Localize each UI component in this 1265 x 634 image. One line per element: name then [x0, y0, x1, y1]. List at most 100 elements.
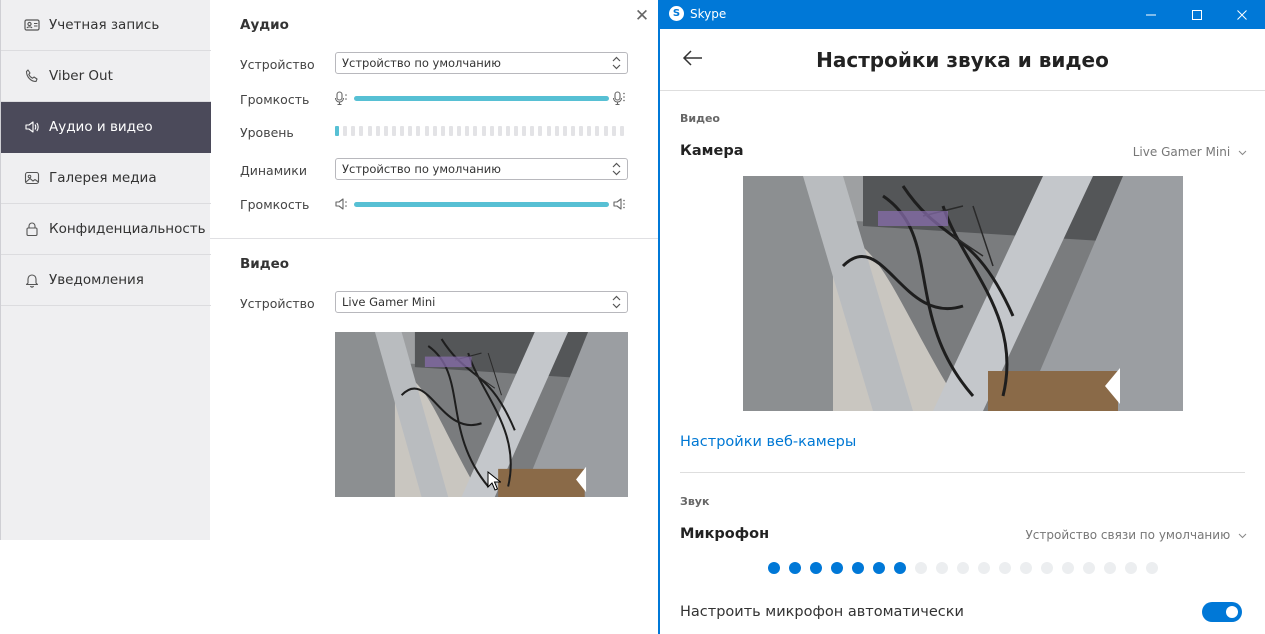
level-tick [335, 126, 339, 136]
level-tick [391, 126, 396, 136]
maximize-button[interactable] [1174, 0, 1220, 29]
level-tick [538, 126, 543, 136]
window-title: Skype [690, 7, 727, 21]
level-tick [400, 126, 405, 136]
auto-mic-label: Настроить микрофон автоматически [680, 604, 964, 620]
camera-preview-image [743, 176, 1183, 411]
skype-window: S Skype Настройки звука и видео Видео Ка… [658, 0, 1265, 634]
level-tick [367, 126, 372, 136]
camera-preview [335, 332, 628, 497]
updown-arrows-icon [612, 295, 621, 309]
speaker-high-icon [613, 198, 625, 210]
level-tick [383, 126, 388, 136]
level-tick [457, 126, 462, 136]
close-icon[interactable]: ✕ [633, 7, 651, 25]
level-tick [530, 126, 535, 136]
speakers-device-select[interactable]: Устройство по умолчанию [335, 158, 628, 180]
level-tick [416, 126, 421, 136]
chevron-down-icon [1238, 533, 1247, 539]
sidebar-item-privacy[interactable]: Конфиденциальность [1, 204, 211, 255]
mic-level-dot [831, 562, 843, 574]
audio-device-select[interactable]: Устройство по умолчанию [335, 52, 628, 74]
audio-device-value: Устройство по умолчанию [342, 56, 501, 70]
camera-preview-image [335, 332, 628, 497]
microphone-dropdown[interactable]: Устройство связи по умолчанию [1025, 528, 1247, 542]
audio-section-title: Аудио [240, 17, 289, 33]
level-tick [562, 126, 567, 136]
video-device-select[interactable]: Live Gamer Mini [335, 291, 628, 313]
level-tick [603, 126, 608, 136]
sidebar-item-media-gallery[interactable]: Галерея медиа [1, 153, 211, 204]
level-tick [424, 126, 429, 136]
speaker-low-icon [335, 198, 347, 210]
level-tick [343, 126, 348, 136]
level-tick [611, 126, 616, 136]
level-tick [481, 126, 486, 136]
mic-volume-slider[interactable] [354, 96, 609, 101]
microphone-label: Микрофон [680, 526, 770, 542]
mic-level-dot [957, 562, 969, 574]
level-tick [514, 126, 519, 136]
mic-level-dot [768, 562, 780, 574]
audio-video-panel: ✕ Аудио Устройство Устройство по умолчан… [210, 0, 658, 634]
level-tick [473, 126, 478, 136]
updown-arrows-icon [612, 56, 621, 70]
mouse-cursor-icon [487, 471, 501, 491]
minimize-button[interactable] [1128, 0, 1174, 29]
speaker-icon [23, 118, 41, 136]
page-title: Настройки звука и видео [816, 48, 1109, 72]
settings-sidebar: Учетная запись Viber Out Аудио и видео Г… [0, 0, 211, 540]
screen: Учетная запись Viber Out Аудио и видео Г… [0, 0, 1265, 634]
sidebar-item-notifications[interactable]: Уведомления [1, 255, 211, 306]
skype-logo-icon: S [669, 6, 684, 21]
mic-level-dot [810, 562, 822, 574]
lock-icon [23, 220, 41, 238]
mic-level-dot [1125, 562, 1137, 574]
level-tick [489, 126, 494, 136]
level-tick [595, 126, 600, 136]
sidebar-item-account[interactable]: Учетная запись [1, 0, 211, 51]
phone-icon [23, 67, 41, 85]
sidebar-item-viber-out[interactable]: Viber Out [1, 51, 211, 102]
level-tick [465, 126, 470, 136]
maximize-icon [1192, 9, 1202, 20]
mic-high-icon [612, 91, 625, 106]
toggle-knob [1226, 606, 1238, 618]
mic-level-dot [936, 562, 948, 574]
camera-dropdown[interactable]: Live Gamer Mini [1133, 145, 1247, 159]
level-tick [619, 126, 624, 136]
mic-level-dot [1062, 562, 1074, 574]
mic-level-dot [1146, 562, 1158, 574]
level-tick [546, 126, 551, 136]
webcam-settings-link[interactable]: Настройки веб-камеры [680, 434, 856, 450]
sidebar-item-audio-video[interactable]: Аудио и видео [1, 102, 211, 153]
mic-volume-label: Громкость [240, 92, 310, 107]
sidebar-item-label: Аудио и видео [49, 119, 153, 135]
speakers-volume-slider[interactable] [354, 202, 609, 207]
minimize-icon [1146, 14, 1156, 15]
mic-level-dot [852, 562, 864, 574]
mic-low-icon [334, 91, 347, 106]
section-divider [680, 472, 1245, 473]
close-icon [1237, 9, 1247, 20]
auto-mic-toggle[interactable] [1202, 602, 1242, 622]
mic-level-dot [873, 562, 885, 574]
mic-level-meter [335, 126, 628, 136]
close-window-button[interactable] [1219, 0, 1265, 29]
level-tick [359, 126, 364, 136]
level-tick [497, 126, 502, 136]
speakers-volume-label: Громкость [240, 197, 310, 212]
mic-level-dot [915, 562, 927, 574]
sidebar-item-label: Учетная запись [49, 17, 160, 33]
level-tick [571, 126, 576, 136]
speakers-label: Динамики [240, 163, 307, 178]
title-bar: S Skype [660, 0, 1265, 29]
mic-level-dot [1083, 562, 1095, 574]
header-divider [660, 90, 1265, 91]
mic-level-dot [894, 562, 906, 574]
bell-icon [23, 271, 41, 289]
level-tick [440, 126, 445, 136]
level-label: Уровень [240, 125, 294, 140]
section-divider [210, 238, 658, 239]
level-tick [351, 126, 356, 136]
